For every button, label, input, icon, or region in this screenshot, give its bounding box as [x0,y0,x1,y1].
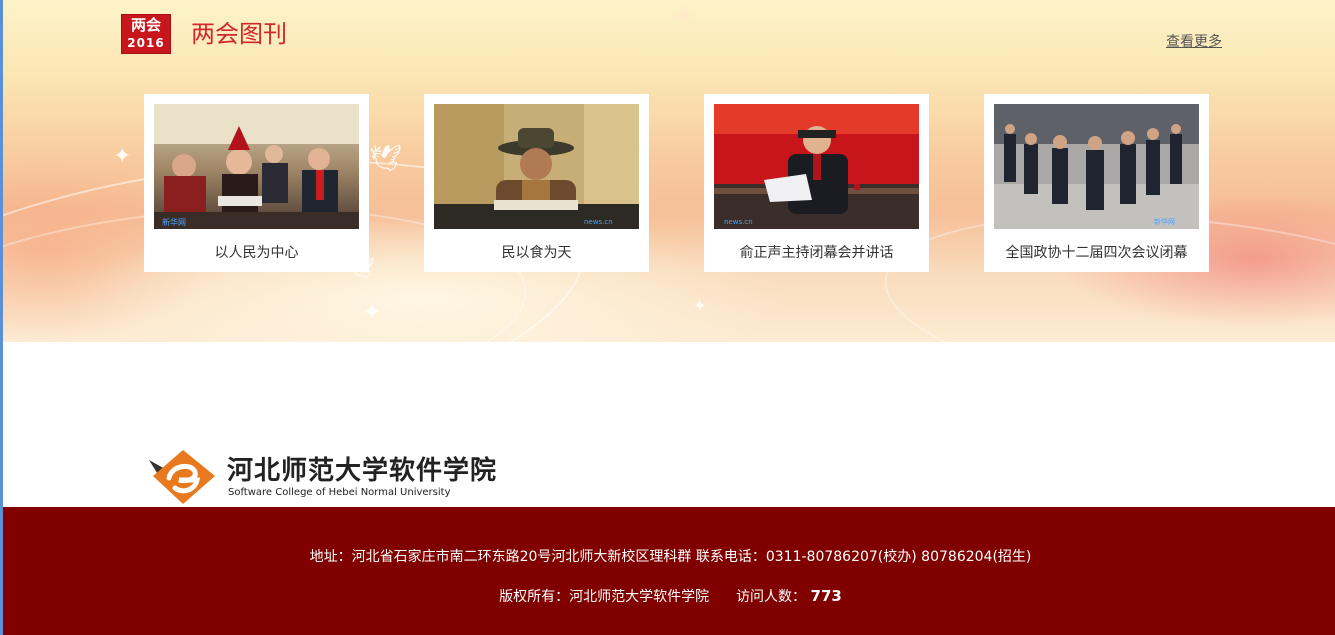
section-title: 两会图刊 [191,20,287,48]
photo-card[interactable]: 新华网 全国政协十二届四次会议闭幕 [984,94,1209,272]
star-icon: ★ [671,0,695,30]
copyright-text: 版权所有：河北师范大学软件学院 [499,589,710,605]
svg-text:新华网: 新华网 [162,217,186,227]
card-photo[interactable]: 新华网 [994,104,1199,229]
site-footer: 地址：河北省石家庄市南二环东路20号河北师大新校区理科群 联系电话：0311-8… [3,507,1335,635]
photo-card[interactable]: 新华网 以人民为中心 [144,94,369,272]
card-caption[interactable]: 全国政协十二届四次会议闭幕 [984,243,1209,263]
svg-text:新华网: 新华网 [1154,217,1175,226]
photo-delegate-speaking: 新华网 [154,104,359,229]
photo-card[interactable]: news.cn 俞正声主持闭幕会并讲话 [704,94,929,272]
sparkle-icon: ✦ [693,296,707,315]
school-name-chinese: 河北师范大学软件学院 [227,456,498,486]
view-more-link[interactable]: 查看更多 [1166,31,1222,51]
card-caption[interactable]: 以人民为中心 [144,243,369,263]
sparkle-icon: ✦ [363,300,382,325]
footer-copyright-row: 版权所有：河北师范大学软件学院 访问人数： 773 [3,586,1335,607]
page: ✦ ✦ ✦ ★ 🕊 🕊 两会 2016 两会图刊 查看更多 [0,0,1335,635]
svg-text:news.cn: news.cn [584,218,613,226]
logo-badge-text: 两会 [130,16,161,34]
card-caption[interactable]: 民以食为天 [424,243,649,263]
card-caption[interactable]: 俞正声主持闭幕会并讲话 [704,243,929,263]
card-photo[interactable]: news.cn [714,104,919,229]
school-logo[interactable]: 河北师范大学软件学院 Software College of Hebei Nor… [149,446,496,508]
visitor-count-label: 访问人数： [736,589,807,605]
svg-text:news.cn: news.cn [724,218,753,226]
two-sessions-2016-logo: 两会 2016 [121,14,171,54]
school-emblem-icon [149,450,215,504]
photo-speech-at-podium: news.cn [714,104,919,229]
card-photo[interactable]: 新华网 [154,104,359,229]
visitor-count: 773 [810,587,842,605]
photo-delegate-hat: news.cn [434,104,639,229]
footer-address: 地址：河北省石家庄市南二环东路20号河北师大新校区理科群 联系电话：0311-8… [309,549,1032,565]
school-name-english: Software College of Hebei Normal Univers… [228,487,451,498]
photo-card[interactable]: news.cn 民以食为天 [424,94,649,272]
logo-badge-year: 2016 [127,36,165,50]
dove-icon: 🕊 [369,144,403,174]
card-photo[interactable]: news.cn [434,104,639,229]
sparkle-icon: ✦ [113,144,132,169]
photo-delegates-walking: 新华网 [994,104,1199,229]
two-sessions-banner: ✦ ✦ ✦ ★ 🕊 🕊 两会 2016 两会图刊 查看更多 [3,0,1335,342]
